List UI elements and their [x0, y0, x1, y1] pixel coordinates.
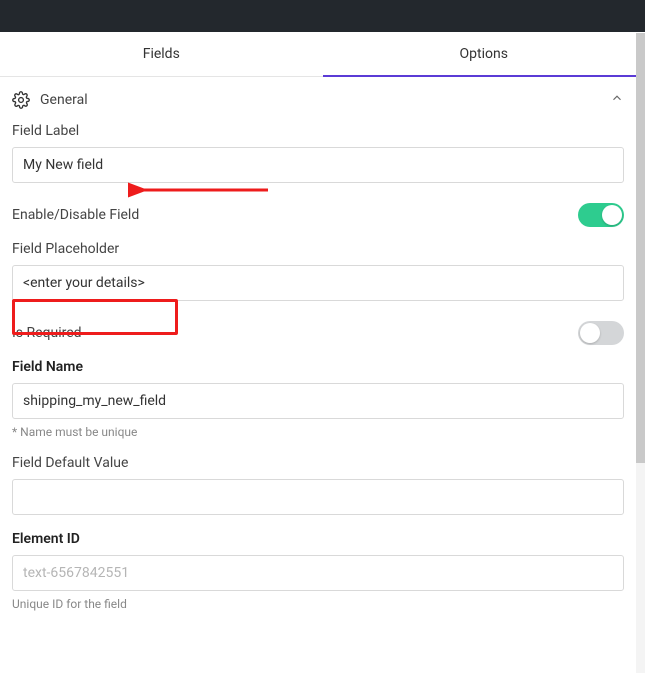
chevron-up-icon	[610, 91, 624, 109]
group-field-placeholder: Field Placeholder	[12, 241, 624, 301]
group-is-required: Is Required	[12, 317, 624, 359]
gear-icon	[12, 91, 30, 109]
window-topbar	[0, 0, 645, 32]
helper-name-unique: * Name must be unique	[12, 425, 624, 439]
group-field-name: Field Name * Name must be unique	[12, 359, 624, 439]
input-field-placeholder[interactable]	[12, 265, 624, 301]
label-field-label: Field Label	[12, 123, 624, 139]
group-element-id: Element ID Unique ID for the field	[12, 531, 624, 611]
input-field-default-value[interactable]	[12, 479, 624, 515]
content-panel: General Field Label Enable/Disable Field…	[0, 77, 636, 611]
toggle-knob	[602, 205, 622, 225]
tab-options-label: Options	[460, 46, 508, 62]
section-title-general: General	[40, 92, 88, 108]
toggle-knob	[580, 323, 600, 343]
scrollbar-thumb[interactable]	[636, 33, 645, 463]
tab-options[interactable]: Options	[323, 32, 645, 76]
group-field-default-value: Field Default Value	[12, 455, 624, 515]
group-field-label: Field Label	[12, 123, 624, 183]
label-field-name: Field Name	[12, 359, 624, 375]
tabs-container: Fields Options	[0, 32, 645, 77]
tab-fields[interactable]: Fields	[0, 32, 323, 76]
label-field-placeholder: Field Placeholder	[12, 241, 624, 257]
section-header-general[interactable]: General	[12, 77, 624, 123]
vertical-scrollbar[interactable]	[636, 33, 645, 673]
tab-fields-label: Fields	[143, 46, 180, 62]
label-enable-disable: Enable/Disable Field	[12, 207, 139, 223]
label-element-id: Element ID	[12, 531, 624, 547]
input-field-name[interactable]	[12, 383, 624, 419]
toggle-enable-disable[interactable]	[578, 203, 624, 227]
label-is-required: Is Required	[12, 325, 82, 341]
group-enable-disable: Enable/Disable Field	[12, 199, 624, 241]
helper-element-id: Unique ID for the field	[12, 597, 624, 611]
toggle-is-required[interactable]	[578, 321, 624, 345]
label-field-default-value: Field Default Value	[12, 455, 624, 471]
input-element-id[interactable]	[12, 555, 624, 591]
input-field-label[interactable]	[12, 147, 624, 183]
